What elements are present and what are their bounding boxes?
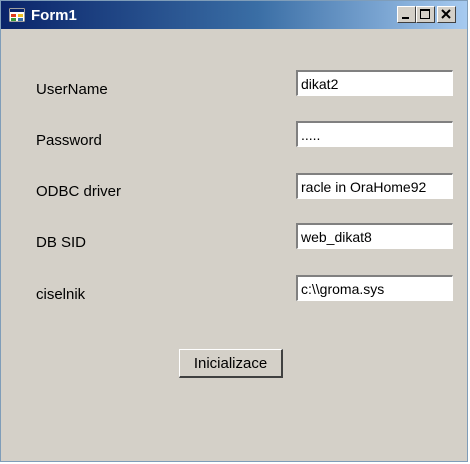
ciselnik-label: ciselnik [36, 286, 86, 303]
minimize-icon [402, 17, 409, 19]
form1-window: Form1 UserName Password ODBC driver DB S… [0, 0, 468, 462]
ciselnik-field[interactable] [296, 275, 453, 301]
db-sid-label: DB SID [36, 234, 87, 251]
inicializace-button[interactable]: Inicializace [179, 349, 283, 378]
title-bar[interactable]: Form1 [1, 1, 467, 29]
odbc-driver-label: ODBC driver [36, 183, 122, 200]
minimize-button[interactable] [397, 6, 416, 23]
close-button[interactable] [437, 6, 456, 23]
username-field[interactable] [296, 70, 453, 96]
close-icon [441, 9, 451, 19]
password-field[interactable] [296, 121, 453, 147]
form-app-icon [9, 8, 25, 22]
maximize-button[interactable] [416, 6, 435, 23]
odbc-driver-field[interactable] [296, 173, 453, 199]
window-title: Form1 [31, 7, 77, 24]
password-label: Password [36, 132, 102, 149]
maximize-icon [420, 9, 430, 19]
username-label: UserName [36, 81, 108, 98]
db-sid-field[interactable] [296, 223, 453, 249]
